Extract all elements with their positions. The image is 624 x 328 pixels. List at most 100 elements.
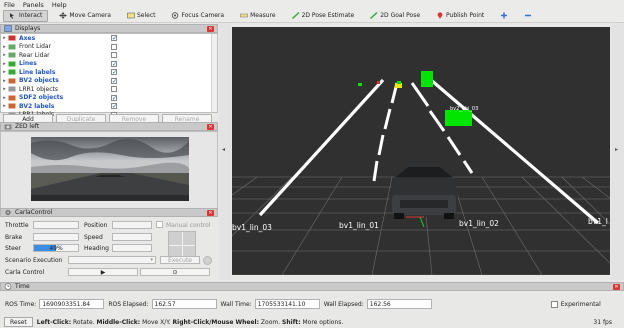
select-icon [127, 12, 135, 19]
execute-button[interactable]: Execute [160, 256, 200, 264]
close-icon[interactable]: ✕ [207, 26, 214, 32]
collapse-left-icon[interactable]: ◂ [222, 146, 225, 153]
display-item[interactable]: ▸ Lines ✓ [1, 60, 217, 69]
object-marker [377, 81, 380, 84]
display-item-checkbox[interactable]: ✓ [111, 60, 117, 67]
add-tool-button[interactable] [495, 10, 513, 22]
menu-help[interactable]: Help [52, 1, 67, 9]
close-icon[interactable]: ✕ [207, 210, 214, 216]
close-icon[interactable]: ✕ [207, 124, 214, 130]
display-item[interactable]: ▸ BV2 labels ✓ [1, 102, 217, 111]
tool-select[interactable]: Select [122, 10, 161, 22]
ros-time-field: 1690903351.84 [39, 299, 105, 309]
expand-arrow-icon[interactable]: ▸ [1, 95, 8, 101]
display-item[interactable]: ▸ Line labels ✓ [1, 68, 217, 77]
display-type-icon [8, 78, 16, 84]
display-item-checkbox[interactable]: ✓ [111, 94, 117, 101]
zed-title: ZED left [15, 123, 40, 130]
tool-interact[interactable]: Interact [3, 9, 49, 22]
manual-control-checkbox[interactable] [156, 221, 163, 228]
status-indicator [203, 256, 212, 265]
expand-right-icon[interactable]: ▸ [615, 146, 618, 153]
display-item[interactable]: ▸ Axes ✓ [1, 34, 217, 43]
expand-arrow-icon[interactable]: ▸ [1, 86, 8, 92]
display-item-label: BV2 objects [19, 77, 59, 85]
display-item-checkbox[interactable]: ✓ [111, 77, 117, 84]
viewport-scene: bv2_obj_03 bv1_lin_03 bv1_lin_01 bv1_lin… [232, 71, 610, 275]
zed-image-area [0, 131, 218, 209]
left-splitter[interactable]: ◂ [219, 23, 231, 280]
displays-title: Displays [15, 25, 41, 32]
fps-readout: 31 fps [593, 318, 612, 326]
carla-title-bar: CarlaControl ✕ [0, 208, 218, 217]
tool-focus-camera[interactable]: Focus Camera [166, 10, 229, 22]
display-item[interactable]: ▸ BV2 objects ✓ [1, 77, 217, 86]
interact-icon [10, 13, 14, 19]
experimental-label: Experimental [560, 300, 601, 308]
tool-2d-pose-estimate[interactable]: 2D Pose Estimate [287, 10, 360, 22]
tool-label: 2D Goal Pose [380, 12, 421, 19]
brake-bar [33, 233, 79, 241]
3d-viewport[interactable]: bv2_obj_03 bv1_lin_03 bv1_lin_01 bv1_lin… [232, 27, 610, 275]
expand-arrow-icon[interactable]: ▸ [1, 69, 8, 75]
goal-pose-icon [370, 12, 378, 19]
display-item-label: Axes [19, 34, 36, 42]
left-click-desc: Rotate. [73, 318, 95, 326]
play-button[interactable]: ▶ [68, 268, 138, 276]
display-item-checkbox[interactable]: ✓ [111, 69, 117, 76]
display-type-icon [8, 44, 16, 50]
shift-key: Shift: [282, 318, 301, 326]
displays-icon [4, 25, 12, 32]
tool-move-camera[interactable]: Move Camera [54, 10, 116, 22]
display-type-icon [8, 35, 16, 41]
display-item-checkbox[interactable] [111, 52, 117, 58]
plus-icon [501, 12, 508, 19]
time-title-bar: Time ✕ [0, 282, 624, 291]
display-item-label: SDF2 objects [19, 94, 64, 102]
tool-label: Focus Camera [181, 12, 225, 19]
display-item-checkbox[interactable] [111, 43, 117, 50]
chevron-down-icon: ▾ [150, 257, 153, 263]
steering-pad[interactable] [168, 231, 196, 259]
expand-arrow-icon[interactable]: ▸ [1, 35, 8, 41]
tool-label: Interact [19, 12, 43, 19]
speed-label: Speed [84, 234, 103, 241]
display-item-label: Lines [19, 60, 37, 68]
right-splitter[interactable]: ▸ [611, 23, 624, 280]
display-item[interactable]: ▸ Front Lidar [1, 43, 217, 52]
display-item-label: Front Lidar [19, 43, 52, 51]
remove-tool-button[interactable] [519, 10, 537, 22]
display-item[interactable]: ▸ LRR1 objects [1, 85, 217, 94]
right-click-key: Right-Click/Mouse Wheel: [172, 318, 259, 326]
displays-scrollbar[interactable] [211, 34, 217, 112]
close-icon[interactable]: ✕ [613, 284, 620, 290]
object-label: bv2_obj_03 [450, 106, 478, 112]
display-item[interactable]: ▸ SDF2 objects ✓ [1, 94, 217, 103]
expand-arrow-icon[interactable]: ▸ [1, 78, 8, 84]
display-item-checkbox[interactable]: ✓ [111, 35, 117, 42]
display-item-label: Rear Lidar [19, 51, 50, 59]
display-type-icon [8, 95, 16, 101]
expand-arrow-icon[interactable]: ▸ [1, 44, 8, 50]
experimental-checkbox[interactable] [550, 300, 558, 308]
focus-camera-icon [172, 12, 179, 19]
tool-label: Publish Point [446, 12, 485, 19]
carla-title: CarlaControl [15, 209, 53, 216]
lane-line-left [258, 78, 385, 217]
reset-button[interactable]: Reset [4, 317, 33, 327]
expand-arrow-icon[interactable]: ▸ [1, 52, 8, 58]
display-item[interactable]: ▸ Rear Lidar [1, 51, 217, 60]
menu-panels[interactable]: Panels [23, 1, 44, 9]
stop-button[interactable]: ⊙ [140, 268, 210, 276]
display-item-checkbox[interactable] [111, 86, 117, 92]
expand-arrow-icon[interactable]: ▸ [1, 61, 8, 67]
toolbar: Interact Move Camera Select Focus Camera… [0, 9, 624, 23]
menu-file[interactable]: File [4, 1, 15, 9]
tool-measure[interactable]: Measure [235, 10, 281, 22]
tool-2d-goal-pose[interactable]: 2D Goal Pose [365, 10, 425, 22]
expand-arrow-icon[interactable]: ▸ [1, 103, 8, 109]
tool-publish-point[interactable]: Publish Point [431, 10, 489, 22]
scenario-dropdown[interactable]: ▾ [68, 256, 156, 264]
lane-label-02: bv1_lin_02 [459, 219, 499, 228]
display-item-checkbox[interactable]: ✓ [111, 103, 117, 110]
